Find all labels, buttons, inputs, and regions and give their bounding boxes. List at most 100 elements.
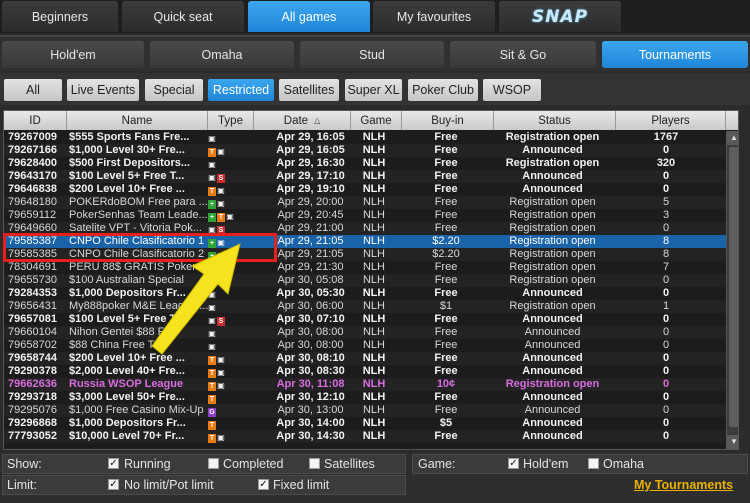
table-row[interactable]: 79648180 POKERdoBOM Free para ... + ▣ Apr 29… — [4, 196, 738, 209]
table-row[interactable]: 79660104 Nihon Gentei $88 Fr... ▣ Apr 30, 0… — [4, 326, 738, 339]
cell-buyin: Free — [434, 183, 458, 195]
cell-buyin: Free — [434, 365, 458, 377]
cell-buyin: Free — [434, 391, 458, 403]
filter-all[interactable]: All — [4, 79, 62, 101]
tournament-type-icon: T — [208, 434, 216, 443]
table-row[interactable]: 79628400 $500 First Depositors... ▣ Apr 29,… — [4, 157, 738, 170]
lock-icon: ▣ — [217, 186, 225, 195]
tab-quick-seat[interactable]: Quick seat — [122, 1, 244, 32]
holdem-checkbox[interactable]: ✓ — [508, 458, 519, 469]
filter-special[interactable]: Special — [145, 79, 203, 101]
cell-id: 79660104 — [8, 326, 57, 338]
satellites-checkbox[interactable] — [309, 458, 320, 469]
vertical-scrollbar[interactable]: ▲ ▼ — [726, 131, 738, 449]
tab-omaha[interactable]: Omaha — [150, 41, 294, 68]
cell-status: Registration open — [505, 157, 600, 169]
running-checkbox[interactable]: ✓ — [108, 458, 119, 469]
tournament-type-icon: T — [208, 382, 216, 391]
tab-snap[interactable]: SNAP — [499, 1, 621, 32]
table-row[interactable]: 79290378 $2,000 Level 40+ Fre... T ▣ Apr 30,… — [4, 365, 738, 378]
tab-beginners[interactable]: Beginners — [2, 1, 118, 32]
table-row[interactable]: 79656431 My888poker M&E League ... ▣ Apr 30… — [4, 300, 738, 313]
filter-super-xl[interactable]: Super XL — [345, 79, 402, 101]
cell-buyin: Free — [434, 287, 458, 299]
filter-restricted[interactable]: Restricted — [208, 79, 274, 101]
column-header-players[interactable]: Players — [616, 111, 726, 130]
my-tournaments-link[interactable]: My Tournaments — [634, 478, 733, 492]
cell-status: Announced — [522, 170, 583, 182]
cell-buyin: Free — [434, 144, 458, 156]
cell-players: 8 — [662, 235, 670, 247]
table-row[interactable]: 79658744 $200 Level 10+ Free ... T ▣ Apr 30,… — [4, 352, 738, 365]
cell-type: T ▣ — [208, 144, 254, 157]
filter-satellites[interactable]: Satellites — [279, 79, 339, 101]
table-row[interactable]: 79643170 $100 Level 5+ Free T... ▣ S Apr 29,… — [4, 170, 738, 183]
table-row[interactable]: 79267009 $555 Sports Fans Fre... ▣ Apr 29, … — [4, 131, 738, 144]
cell-id: 79643170 — [8, 170, 57, 182]
lock-icon: ▣ — [208, 134, 216, 143]
omaha-checkbox[interactable] — [588, 458, 599, 469]
cell-date: Apr 29, 17:10 — [276, 170, 345, 182]
table-row[interactable]: 79646838 $200 Level 10+ Free ... T ▣ Apr 29,… — [4, 183, 738, 196]
cell-id: 79656431 — [8, 300, 57, 312]
column-header-status[interactable]: Status — [494, 111, 616, 130]
table-row[interactable]: 79267166 $1,000 Level 30+ Fre... T ▣ Apr 29,… — [4, 144, 738, 157]
column-header-name[interactable]: Name — [67, 111, 208, 130]
cell-game: NLH — [362, 339, 385, 351]
column-header-id[interactable]: ID — [4, 111, 67, 130]
scroll-up-icon[interactable]: ▲ — [727, 131, 738, 145]
lock-icon: ▣ — [217, 355, 225, 364]
column-header-buyin[interactable]: Buy-in — [402, 111, 494, 130]
lock-icon: ▣ — [208, 160, 216, 169]
cell-name: $100 Level 5+ Free T... — [69, 170, 185, 182]
column-header-type[interactable]: Type — [208, 111, 254, 130]
cell-name: $3,000 Level 50+ Fre... — [69, 391, 185, 403]
cell-id: 79662636 — [8, 378, 57, 390]
cell-players: 0 — [662, 404, 670, 416]
table-row[interactable]: 79655730$100 Australian Special▣Apr 30, … — [4, 274, 738, 287]
yellow-arrow-annotation — [151, 243, 241, 355]
cell-date: Apr 30, 08:30 — [276, 365, 345, 377]
cell-buyin: Free — [434, 352, 458, 364]
tab-holdem[interactable]: Hold'em — [2, 41, 144, 68]
cell-status: Announced — [522, 430, 583, 442]
cell-game: NLH — [362, 430, 386, 442]
filter-poker-club[interactable]: Poker Club — [408, 79, 478, 101]
column-header-game[interactable]: Game — [351, 111, 402, 130]
table-row[interactable]: 79659112 PokerSenhas Team Leade... + T ▣ Apr … — [4, 209, 738, 222]
cell-buyin: Free — [434, 157, 458, 169]
table-row[interactable]: 77793052 $10,000 Level 70+ Fr... T ▣ Apr 30,… — [4, 430, 738, 443]
cell-id: 79295076 — [8, 404, 57, 416]
scroll-down-icon[interactable]: ▼ — [727, 435, 738, 449]
table-row[interactable]: 78304691PERU 88$ GRATIS Poker...+▣Apr 29… — [4, 261, 738, 274]
tab-all-games[interactable]: All games — [248, 1, 370, 32]
table-row[interactable]: 79662636 Russia WSOP League T ▣ Apr 30, 11:0… — [4, 378, 738, 391]
filter-label: WSOP — [492, 83, 532, 97]
cell-id: 79290378 — [8, 365, 57, 377]
table-row[interactable]: 79658702 $88 China Free To... ▣ Apr 30, 08:… — [4, 339, 738, 352]
no-limit-checkbox[interactable]: ✓ — [108, 479, 119, 490]
cell-game: NLH — [362, 417, 386, 429]
table-row[interactable]: 79293718 $3,000 Level 50+ Fre... T Apr 30, … — [4, 391, 738, 404]
filter-wsop[interactable]: WSOP — [483, 79, 541, 101]
tab-stud[interactable]: Stud — [300, 41, 444, 68]
table-row[interactable]: 79295076 $1,000 Free Casino Mix-Up G Apr 30… — [4, 404, 738, 417]
tab-sit-and-go[interactable]: Sit & Go — [450, 41, 596, 68]
scrollbar-thumb[interactable] — [729, 147, 738, 427]
game-label: Game: — [418, 457, 456, 471]
tab-tournaments[interactable]: Tournaments — [602, 41, 748, 68]
column-header-label: Buy-in — [431, 114, 464, 127]
completed-checkbox[interactable] — [208, 458, 219, 469]
tab-my-favourites[interactable]: My favourites — [373, 1, 495, 32]
table-header: ID Name Type Date △ Game Buy-in Status Pl… — [4, 111, 738, 130]
table-row[interactable]: 79284353 $1,000 Depositors Fr... ▣ Apr 30, … — [4, 287, 738, 300]
cell-date: Apr 30, 06:00 — [277, 300, 344, 312]
tournament-type-icon: T — [208, 148, 216, 157]
satellite-type-icon: S — [217, 174, 225, 183]
column-header-date[interactable]: Date △ — [254, 111, 351, 130]
table-row[interactable]: 79657081 $100 Level 5+ Free T... ▣ S Apr 30,… — [4, 313, 738, 326]
fixed-limit-checkbox[interactable]: ✓ — [258, 479, 269, 490]
game-type-bar: Hold'em Omaha Stud Sit & Go Tournaments — [0, 35, 750, 71]
table-row[interactable]: 79296868 $1,000 Depositors Fr... T Apr 30, … — [4, 417, 738, 430]
filter-live-events[interactable]: Live Events — [67, 79, 139, 101]
